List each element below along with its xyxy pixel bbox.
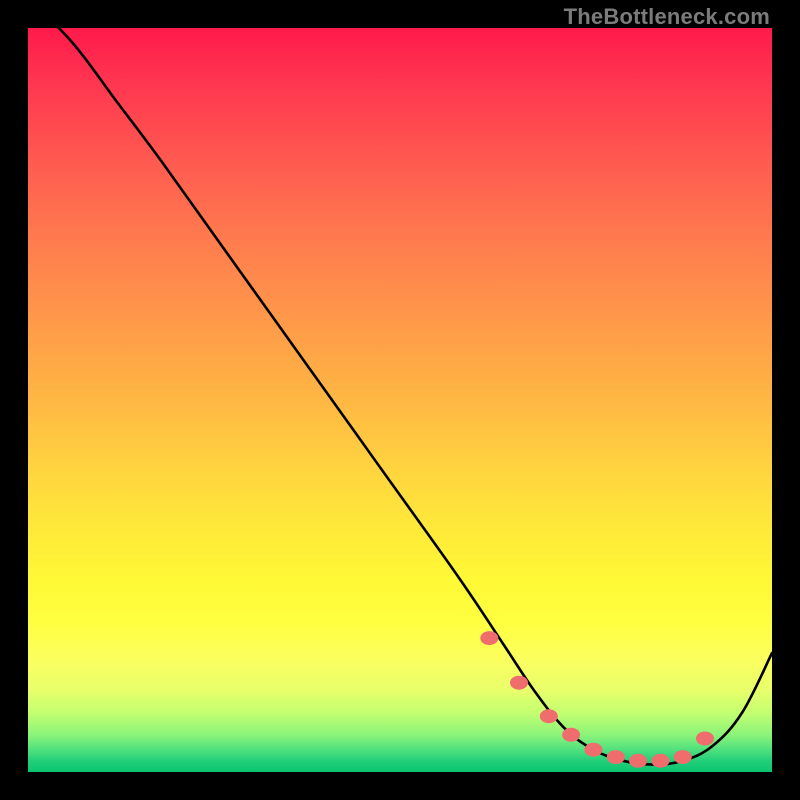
watermark-text: TheBottleneck.com bbox=[564, 4, 770, 30]
highlight-dot bbox=[629, 754, 647, 768]
highlight-dot bbox=[510, 676, 528, 690]
highlight-dot bbox=[651, 754, 669, 768]
highlight-dot bbox=[607, 750, 625, 764]
highlight-dot bbox=[584, 743, 602, 757]
highlight-dot bbox=[480, 631, 498, 645]
highlight-dot bbox=[562, 728, 580, 742]
bottleneck-curve-path bbox=[28, 28, 772, 765]
highlight-dots-group bbox=[480, 631, 714, 768]
highlight-dot bbox=[674, 750, 692, 764]
chart-frame bbox=[28, 28, 772, 772]
highlight-dot bbox=[696, 732, 714, 746]
chart-svg bbox=[28, 28, 772, 772]
plot-area bbox=[28, 28, 772, 772]
highlight-dot bbox=[540, 709, 558, 723]
